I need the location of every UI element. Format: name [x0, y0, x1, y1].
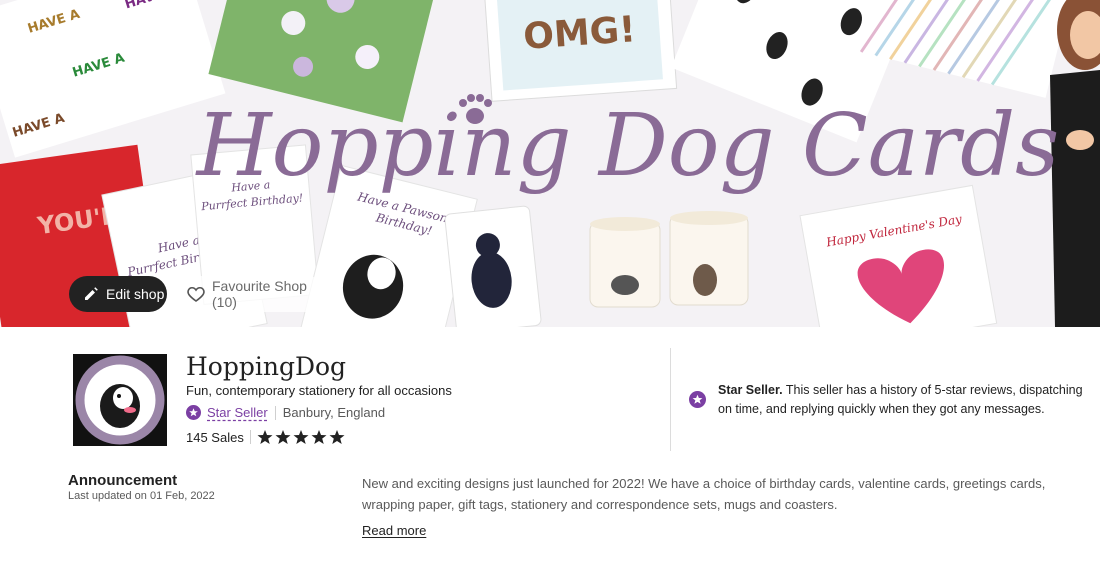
announcement-date: Last updated on 01 Feb, 2022 — [68, 490, 215, 502]
meta-divider — [274, 405, 276, 420]
edit-shop-button[interactable]: Edit shop — [69, 276, 167, 312]
shop-banner: HAVE A HAVE A HAVE A HAVE A OMG! — [0, 0, 1100, 327]
star-seller-badge-icon — [689, 391, 706, 408]
omg-text: OMG! — [522, 9, 637, 58]
marvellous-card: HAVE A HAVE A HAVE A HAVE A — [0, 0, 226, 158]
cat-gift-tag — [444, 205, 542, 327]
pencil-icon — [83, 286, 99, 302]
meta-divider — [249, 430, 251, 444]
star-seller-badge-icon — [186, 405, 201, 420]
star-seller-description: Star Seller. This seller has a history o… — [718, 381, 1089, 419]
rating-stars[interactable] — [257, 429, 345, 445]
shop-name: HoppingDog — [186, 352, 347, 381]
heart-icon — [186, 284, 206, 304]
star-icon — [293, 430, 309, 444]
banner-collage: HAVE A HAVE A HAVE A HAVE A OMG! — [0, 0, 1100, 327]
shop-tagline: Fun, contemporary stationery for all occ… — [186, 383, 452, 398]
banner-title: Hopping Dog Cards — [195, 96, 1060, 196]
star-seller-link[interactable]: Star Seller — [207, 405, 268, 420]
header-divider — [670, 348, 671, 451]
announcement-body: New and exciting designs just launched f… — [362, 476, 1046, 512]
announcement-title: Announcement — [68, 472, 178, 489]
shop-location: Banbury, England — [282, 405, 386, 420]
valentines-card: Happy Valentine's Day — [799, 184, 998, 327]
star-icon — [311, 430, 327, 444]
favourite-shop-label: Favourite Shop (10) — [212, 278, 307, 310]
omg-card: OMG! — [482, 0, 678, 102]
star-seller-info: Star Seller. This seller has a history o… — [689, 381, 1089, 419]
shop-logo-graphic — [73, 354, 167, 446]
star-icon — [275, 430, 291, 444]
shop-info-header: HoppingDog Fun, contemporary stationery … — [0, 327, 1100, 467]
favourite-shop-button[interactable]: Favourite Shop (10) — [172, 276, 326, 312]
star-seller-heading: Star Seller. — [718, 383, 783, 397]
edit-shop-label: Edit shop — [106, 286, 165, 302]
star-icon — [257, 430, 273, 444]
read-more-link[interactable]: Read more — [362, 523, 426, 538]
shop-meta-row: Star Seller Banbury, England — [186, 405, 385, 420]
shop-logo[interactable] — [73, 354, 167, 446]
star-icon — [329, 430, 345, 444]
mugs — [589, 211, 749, 308]
sales-row: 145 Sales — [186, 429, 345, 445]
sales-count: 145 Sales — [186, 429, 244, 445]
announcement-section: Announcement Last updated on 01 Feb, 202… — [0, 467, 1100, 567]
